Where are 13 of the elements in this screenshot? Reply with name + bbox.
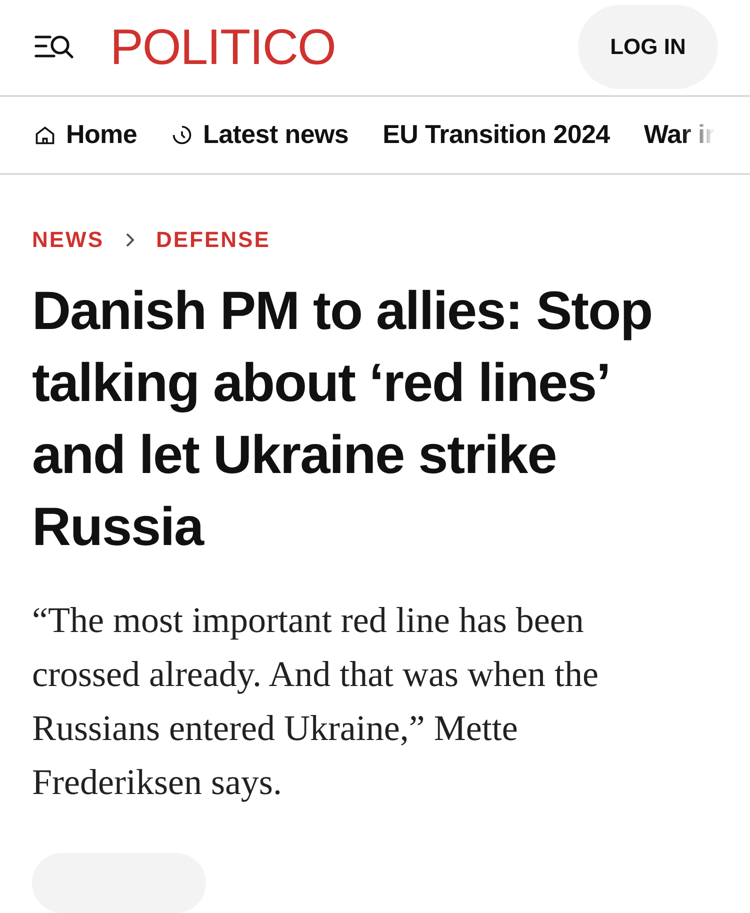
nav-link[interactable]: EU Transition 2024 bbox=[382, 119, 610, 150]
breadcrumb-link[interactable]: NEWS bbox=[32, 227, 104, 253]
nav-link[interactable]: War ir bbox=[644, 119, 715, 150]
article-summary: “The most important red line has been crossed already. And that was when the Russians entered Ukraine,” Mette Frederiksen says. bbox=[32, 599, 600, 804]
nav-link[interactable]: Latest news bbox=[171, 119, 349, 150]
login-button[interactable]: LOG IN bbox=[578, 5, 718, 90]
home-icon bbox=[34, 124, 56, 146]
chevron-right-icon bbox=[124, 232, 136, 248]
nav-link[interactable]: Home bbox=[34, 119, 138, 150]
breadcrumb-link[interactable]: DEFENSE bbox=[156, 227, 270, 253]
clock-icon bbox=[171, 124, 194, 146]
headline: Danish PM to allies: Stop talking about ‘red lines’ and let Ukraine strike Russia bbox=[32, 280, 654, 559]
politico-logo[interactable]: POLITICO bbox=[110, 22, 336, 72]
